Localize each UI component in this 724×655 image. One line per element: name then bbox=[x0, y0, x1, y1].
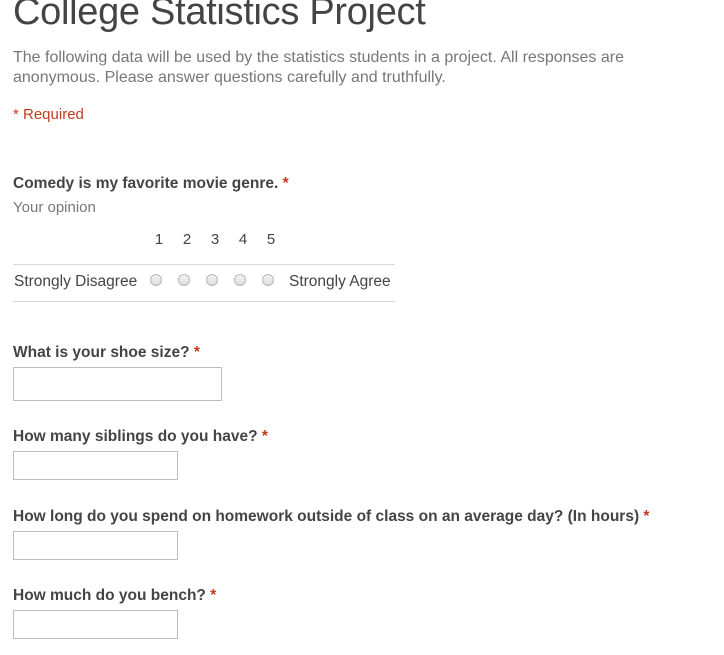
scale-divider-top bbox=[13, 264, 395, 265]
scale-radio-3[interactable] bbox=[206, 274, 218, 286]
scale-radio-4[interactable] bbox=[234, 274, 246, 286]
scale-divider-bottom bbox=[13, 301, 395, 302]
question-title-shoe-size: What is your shoe size? * bbox=[13, 344, 200, 362]
siblings-input[interactable] bbox=[13, 451, 178, 480]
homework-hours-input[interactable] bbox=[13, 531, 178, 560]
question-help-text: Your opinion bbox=[13, 199, 96, 216]
bench-input[interactable] bbox=[13, 610, 178, 639]
scale-low-label: Strongly Disagree bbox=[14, 273, 138, 290]
question-title-bench: How much do you bench? * bbox=[13, 587, 216, 605]
required-asterisk: * bbox=[210, 587, 217, 604]
scale-number-3: 3 bbox=[210, 231, 220, 248]
question-title-homework: How long do you spend on homework outsid… bbox=[13, 508, 649, 526]
scale-radio-2[interactable] bbox=[178, 274, 190, 286]
question-text: How long do you spend on homework outsid… bbox=[13, 508, 640, 525]
required-asterisk: * bbox=[282, 175, 289, 192]
required-asterisk: * bbox=[261, 428, 268, 445]
scale-number-4: 4 bbox=[238, 231, 248, 248]
required-asterisk: * bbox=[193, 344, 200, 361]
question-text: What is your shoe size? bbox=[13, 344, 190, 361]
form-description: The following data will be used by the s… bbox=[13, 49, 624, 86]
question-text: Comedy is my favorite movie genre. bbox=[13, 175, 279, 192]
question-text: How much do you bench? bbox=[13, 587, 206, 604]
question-title-comedy: Comedy is my favorite movie genre. * bbox=[13, 175, 289, 193]
question-text: How many siblings do you have? bbox=[13, 428, 258, 445]
question-title-siblings: How many siblings do you have? * bbox=[13, 428, 268, 446]
scale-high-label: Strongly Agree bbox=[289, 273, 391, 290]
scale-number-1: 1 bbox=[154, 231, 164, 248]
scale-number-5: 5 bbox=[266, 231, 276, 248]
form-title: College Statistics Project bbox=[13, 0, 426, 33]
scale-radio-5[interactable] bbox=[262, 274, 274, 286]
scale-radio-1[interactable] bbox=[150, 274, 162, 286]
required-asterisk: * bbox=[643, 508, 650, 525]
scale-number-2: 2 bbox=[182, 231, 192, 248]
required-note: * Required bbox=[13, 106, 84, 123]
shoe-size-input[interactable] bbox=[13, 367, 222, 401]
